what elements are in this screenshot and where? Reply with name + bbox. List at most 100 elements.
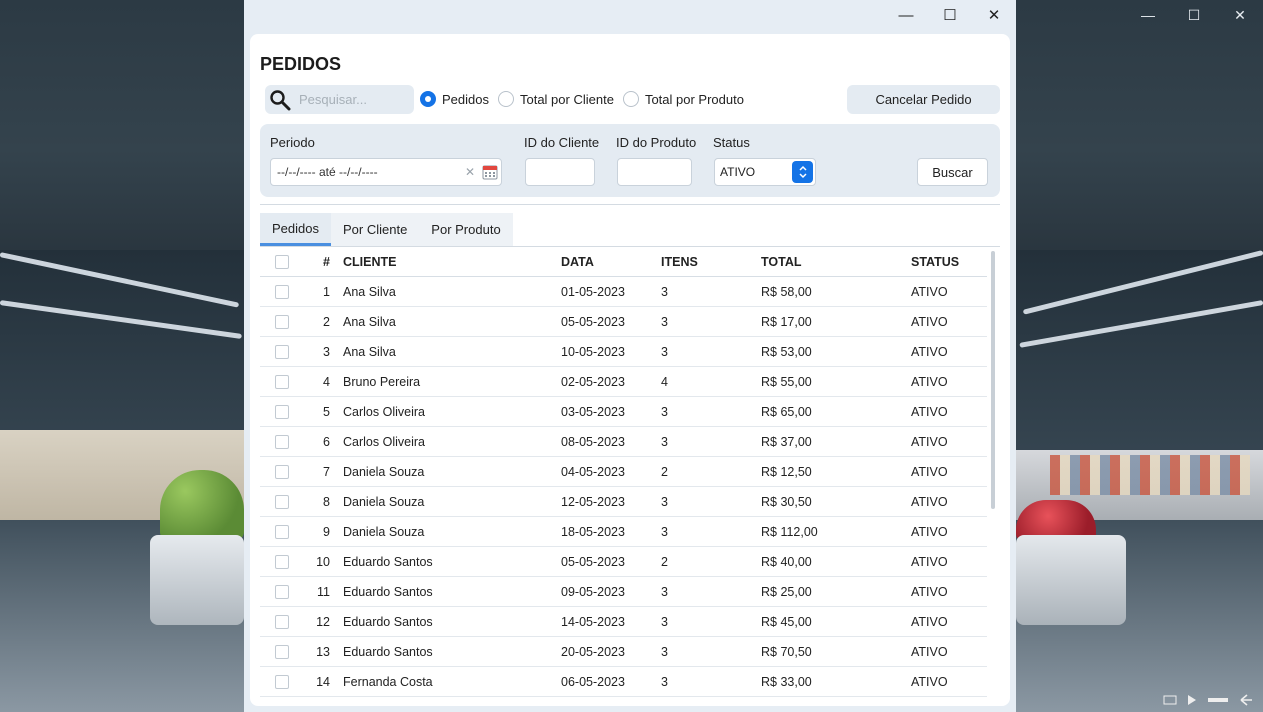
table-row[interactable]: 7 Daniela Souza 04-05-2023 2 R$ 12,50 ATIVO	[260, 457, 987, 487]
search-button[interactable]: Buscar	[917, 158, 988, 186]
date-cell: 08-05-2023	[561, 434, 625, 449]
radio-unselected-icon	[497, 91, 514, 107]
minimize-icon[interactable]: —	[1125, 0, 1171, 30]
client-cell: Eduardo Santos	[343, 644, 433, 659]
row-checkbox[interactable]	[275, 464, 289, 479]
fruit-display	[1016, 500, 1096, 540]
order-number-cell: 3	[323, 344, 330, 359]
captions-icon[interactable]	[1163, 694, 1177, 706]
cancel-order-button[interactable]: Cancelar Pedido	[847, 85, 1000, 114]
period-date-range-field[interactable]: --/--/---- até --/--/---- ✕	[270, 158, 502, 186]
order-number-cell: 11	[317, 584, 330, 599]
period-value: --/--/---- até --/--/----	[277, 165, 378, 179]
radio-selected-icon	[420, 91, 436, 107]
row-checkbox[interactable]	[275, 284, 289, 299]
table-row[interactable]: 11 Eduardo Santos 09-05-2023 3 R$ 25,00 ATIVO	[260, 577, 987, 607]
tab-pedidos[interactable]: Pedidos	[260, 213, 331, 246]
status-cell: ATIVO	[911, 344, 948, 359]
client-cell: Carlos Oliveira	[343, 434, 425, 449]
tab-por-produto[interactable]: Por Produto	[419, 213, 512, 246]
row-checkbox[interactable]	[275, 524, 289, 539]
outer-window-controls: — ☐ ✕	[1125, 0, 1263, 30]
row-checkbox[interactable]	[275, 344, 289, 359]
table-row[interactable]: 2 Ana Silva 05-05-2023 3 R$ 17,00 ATIVO	[260, 307, 987, 337]
client-id-label: ID do Cliente	[524, 135, 600, 150]
row-checkbox[interactable]	[275, 434, 289, 449]
product-id-field[interactable]	[617, 158, 692, 186]
row-checkbox[interactable]	[275, 494, 289, 509]
row-checkbox[interactable]	[275, 674, 289, 689]
client-cell: Fernanda Costa	[343, 674, 433, 689]
calendar-icon[interactable]	[479, 164, 501, 180]
table-row[interactable]: 10 Eduardo Santos 05-05-2023 2 R$ 40,00 ATIVO	[260, 547, 987, 577]
column-header-number: #	[323, 254, 330, 269]
radio-pedidos[interactable]: Pedidos	[420, 91, 489, 107]
client-cell: Ana Silva	[343, 314, 396, 329]
date-cell: 02-05-2023	[561, 374, 625, 389]
product-id-label: ID do Produto	[616, 135, 697, 150]
select-all-checkbox[interactable]	[275, 254, 289, 269]
minimize-icon[interactable]: —	[884, 0, 928, 30]
search-box[interactable]	[265, 85, 414, 114]
table-row[interactable]: 13 Eduardo Santos 20-05-2023 3 R$ 70,50 ATIVO	[260, 637, 987, 667]
row-checkbox[interactable]	[275, 614, 289, 629]
scrollbar-thumb[interactable]	[991, 251, 995, 509]
table-row[interactable]: 9 Daniela Souza 18-05-2023 3 R$ 112,00 ATIVO	[260, 517, 987, 547]
client-cell: Eduardo Santos	[343, 614, 433, 629]
order-number-cell: 5	[323, 404, 330, 419]
play-icon[interactable]	[1187, 694, 1197, 706]
items-cell: 2	[661, 554, 668, 569]
total-cell: R$ 37,00	[761, 434, 812, 449]
items-cell: 3	[661, 284, 668, 299]
date-cell: 03-05-2023	[561, 404, 625, 419]
maximize-icon[interactable]: ☐	[1171, 0, 1217, 30]
order-number-cell: 1	[323, 284, 330, 299]
row-checkbox[interactable]	[275, 644, 289, 659]
table-row[interactable]: 3 Ana Silva 10-05-2023 3 R$ 53,00 ATIVO	[260, 337, 987, 367]
table-row[interactable]: 4 Bruno Pereira 02-05-2023 4 R$ 55,00 ATIVO	[260, 367, 987, 397]
tab-bar: Pedidos Por Cliente Por Produto	[260, 213, 513, 246]
total-cell: R$ 55,00	[761, 374, 812, 389]
row-checkbox[interactable]	[275, 554, 289, 569]
row-checkbox[interactable]	[275, 314, 289, 329]
search-input[interactable]	[299, 92, 404, 107]
order-number-cell: 12	[316, 614, 330, 629]
orders-table: # CLIENTE DATA ITENS TOTAL STATUS 1 Ana S…	[260, 247, 987, 697]
close-icon[interactable]: ✕	[972, 0, 1016, 30]
status-cell: ATIVO	[911, 374, 948, 389]
items-cell: 3	[661, 584, 668, 599]
tab-por-cliente[interactable]: Por Cliente	[331, 213, 419, 246]
order-number-cell: 13	[316, 644, 330, 659]
close-icon[interactable]: ✕	[1217, 0, 1263, 30]
radio-total-por-produto[interactable]: Total por Produto	[622, 91, 744, 107]
maximize-icon[interactable]: ☐	[928, 0, 972, 30]
table-row[interactable]: 12 Eduardo Santos 14-05-2023 3 R$ 45,00 ATIVO	[260, 607, 987, 637]
client-cell: Eduardo Santos	[343, 554, 433, 569]
spinner-arrows-icon[interactable]	[792, 161, 813, 183]
back-icon[interactable]	[1239, 694, 1253, 706]
radio-label: Total por Cliente	[519, 91, 614, 107]
status-select[interactable]: ATIVO	[714, 158, 816, 186]
order-number-cell: 9	[323, 524, 330, 539]
status-cell: ATIVO	[911, 404, 948, 419]
column-header-date: DATA	[561, 254, 594, 269]
date-cell: 01-05-2023	[561, 284, 625, 299]
client-id-field[interactable]	[525, 158, 595, 186]
table-scrollbar[interactable]	[987, 249, 999, 706]
column-header-total: TOTAL	[761, 254, 802, 269]
table-row[interactable]: 8 Daniela Souza 12-05-2023 3 R$ 30,50 ATIVO	[260, 487, 987, 517]
table-row[interactable]: 1 Ana Silva 01-05-2023 3 R$ 58,00 ATIVO	[260, 277, 987, 307]
status-cell: ATIVO	[911, 554, 948, 569]
table-row[interactable]: 6 Carlos Oliveira 08-05-2023 3 R$ 37,00 ATIVO	[260, 427, 987, 457]
column-header-status: STATUS	[911, 254, 960, 269]
table-header: # CLIENTE DATA ITENS TOTAL STATUS	[260, 247, 987, 277]
row-checkbox[interactable]	[275, 584, 289, 599]
row-checkbox[interactable]	[275, 374, 289, 389]
settings-icon[interactable]	[1207, 694, 1229, 706]
row-checkbox[interactable]	[275, 404, 289, 419]
total-cell: R$ 45,00	[761, 614, 812, 629]
table-row[interactable]: 5 Carlos Oliveira 03-05-2023 3 R$ 65,00 ATIVO	[260, 397, 987, 427]
table-row[interactable]: 14 Fernanda Costa 06-05-2023 3 R$ 33,00 ATIVO	[260, 667, 987, 697]
clear-icon[interactable]: ✕	[461, 165, 479, 179]
radio-total-por-cliente[interactable]: Total por Cliente	[497, 91, 614, 107]
